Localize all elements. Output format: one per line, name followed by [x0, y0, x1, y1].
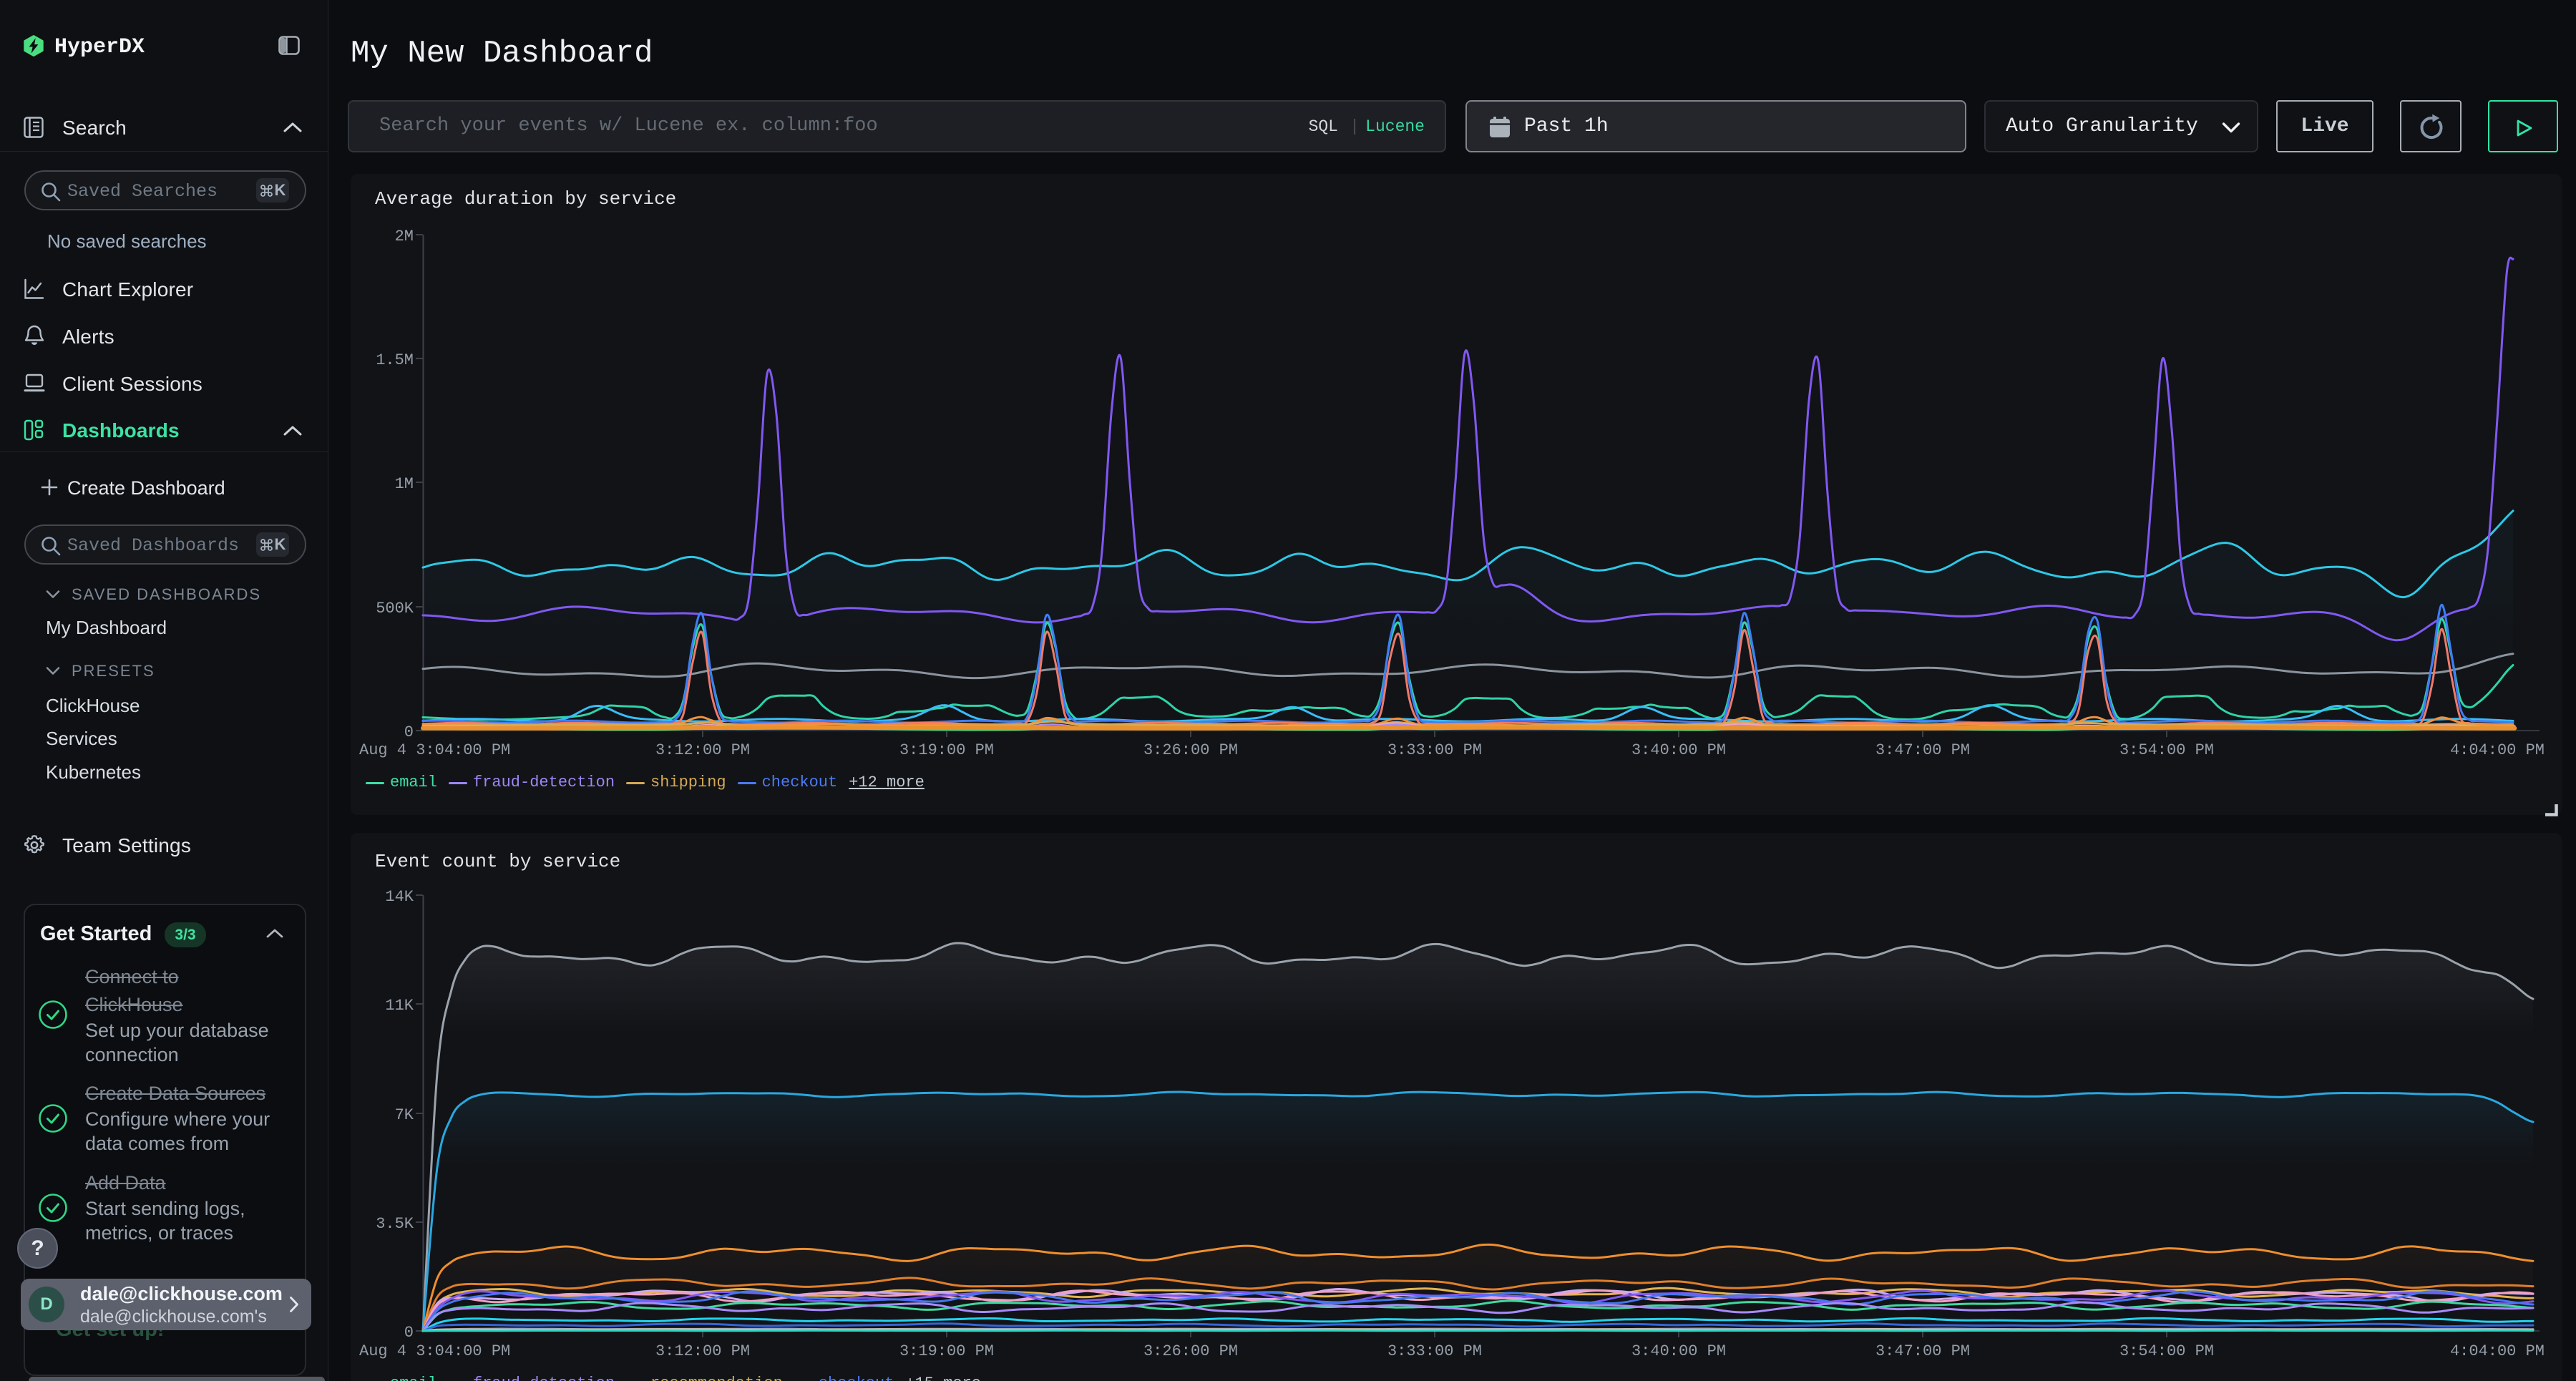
svg-text:Aug 4 3:04:00 PM: Aug 4 3:04:00 PM: [359, 1342, 510, 1360]
svg-text:0: 0: [404, 1324, 414, 1342]
svg-text:3:26:00 PM: 3:26:00 PM: [1143, 1342, 1238, 1360]
svg-text:3:40:00 PM: 3:40:00 PM: [1631, 741, 1726, 759]
svg-text:3:33:00 PM: 3:33:00 PM: [1387, 741, 1482, 759]
svg-text:3:54:00 PM: 3:54:00 PM: [2119, 1342, 2214, 1360]
svg-text:3:26:00 PM: 3:26:00 PM: [1143, 741, 1238, 759]
svg-text:3:47:00 PM: 3:47:00 PM: [1875, 741, 1970, 759]
svg-text:0: 0: [404, 723, 414, 741]
svg-text:4:04:00 PM: 4:04:00 PM: [2450, 1342, 2545, 1360]
svg-text:3:40:00 PM: 3:40:00 PM: [1631, 1342, 1726, 1360]
svg-text:1.5M: 1.5M: [376, 351, 414, 369]
svg-text:2M: 2M: [395, 228, 414, 245]
svg-text:11K: 11K: [385, 997, 414, 1015]
svg-text:1M: 1M: [395, 475, 414, 493]
svg-text:3:12:00 PM: 3:12:00 PM: [655, 741, 750, 759]
svg-text:3:19:00 PM: 3:19:00 PM: [899, 1342, 994, 1360]
svg-text:3:12:00 PM: 3:12:00 PM: [655, 1342, 750, 1360]
svg-text:500K: 500K: [376, 600, 414, 618]
svg-text:7K: 7K: [395, 1106, 414, 1124]
svg-text:4:04:00 PM: 4:04:00 PM: [2450, 741, 2545, 759]
svg-text:3:54:00 PM: 3:54:00 PM: [2119, 741, 2214, 759]
svg-text:3:47:00 PM: 3:47:00 PM: [1875, 1342, 1970, 1360]
svg-text:14K: 14K: [385, 888, 414, 906]
svg-text:Aug 4 3:04:00 PM: Aug 4 3:04:00 PM: [359, 741, 510, 759]
svg-text:3.5K: 3.5K: [376, 1215, 414, 1233]
svg-text:3:19:00 PM: 3:19:00 PM: [899, 741, 994, 759]
svg-text:3:33:00 PM: 3:33:00 PM: [1387, 1342, 1482, 1360]
